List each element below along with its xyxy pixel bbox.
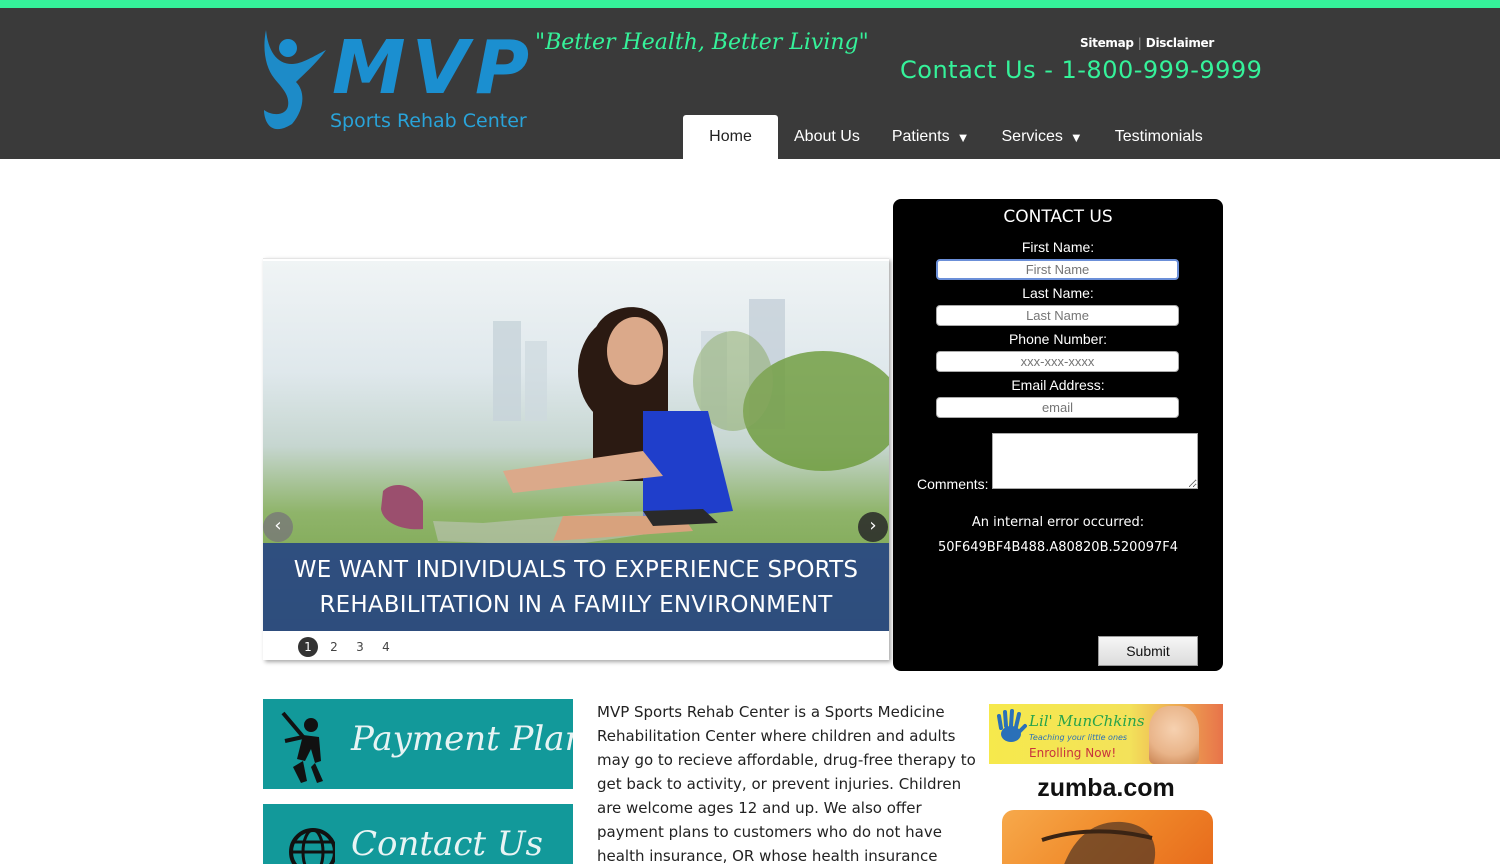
error-line-1: An internal error occurred: <box>971 515 1145 530</box>
nav-item-label: Home <box>709 128 752 145</box>
dancer-photo <box>1041 821 1156 864</box>
error-message: An internal error occurred: 50F649BF4B48… <box>893 510 1223 560</box>
contact-us-label: Contact Us <box>351 824 543 864</box>
slider-pager: 1 2 3 4 <box>298 637 396 657</box>
comments-label: Comments: <box>917 476 989 492</box>
hero-slider: WE WANT INDIVIDUALS TO EXPERIENCE SPORTS… <box>263 258 889 660</box>
nav-item-label: About Us <box>794 128 860 145</box>
first-name-field[interactable] <box>936 259 1179 280</box>
payment-plans-banner[interactable]: Payment Plans <box>263 699 573 789</box>
divider: | <box>1137 36 1142 50</box>
payment-plans-label: Payment Plans <box>351 719 573 759</box>
submit-button[interactable]: Submit <box>1098 636 1198 666</box>
disclaimer-link[interactable]: Disclaimer <box>1146 36 1215 50</box>
contact-form-title: CONTACT US <box>1003 207 1113 227</box>
site-logo[interactable]: MVP Sports Rehab Center <box>262 20 532 135</box>
slider-page-4[interactable]: 4 <box>376 637 396 657</box>
sitemap-link[interactable]: Sitemap <box>1080 36 1134 50</box>
zumba-ad-image[interactable] <box>1002 810 1213 864</box>
hand-print-icon <box>997 709 1027 742</box>
munchkins-subtitle: Teaching your little ones <box>1029 733 1128 742</box>
contact-form: CONTACT US First Name: Last Name: Phone … <box>893 199 1223 671</box>
phone-label: Phone Number: <box>1008 331 1108 347</box>
tagline: "Better Health, Better Living" <box>535 30 869 55</box>
nav-item-label: Testimonials <box>1114 128 1203 145</box>
nav-item-home[interactable]: Home <box>683 115 778 159</box>
intro-paragraph: MVP Sports Rehab Center is a Sports Medi… <box>597 703 976 864</box>
slider-page-2[interactable]: 2 <box>324 637 344 657</box>
nav-item-patients[interactable]: Patients ▼ <box>876 115 986 159</box>
munchkins-title: Lil' MunChkins <box>1029 712 1145 730</box>
nav-item-label: Patients <box>891 128 950 145</box>
first-name-label: First Name: <box>1021 239 1095 255</box>
logo-subtitle: Sports Rehab Center <box>330 110 527 132</box>
last-name-label: Last Name: <box>1022 285 1094 301</box>
caret-down-icon: ▼ <box>1069 129 1083 145</box>
comments-field[interactable] <box>992 433 1198 489</box>
slider-next-button[interactable]: › <box>858 512 888 542</box>
slider-page-1[interactable]: 1 <box>298 637 318 657</box>
slide-image: WE WANT INDIVIDUALS TO EXPERIENCE SPORTS… <box>263 261 889 631</box>
caret-down-icon: ▼ <box>956 129 970 145</box>
lil-munchkins-ad[interactable]: Lil' MunChkins Teaching your little ones… <box>989 704 1223 764</box>
globe-icon <box>289 828 335 864</box>
email-field[interactable] <box>936 397 1179 418</box>
munchkins-cta: Enrolling Now! <box>1029 746 1117 760</box>
nav-item-about-us[interactable]: About Us <box>778 115 876 159</box>
contact-phone[interactable]: Contact Us - 1-800-999-9999 <box>900 56 1262 84</box>
main-nav: Home About Us Patients ▼ Services ▼ Testim… <box>683 115 1219 159</box>
utility-links: Sitemap | Disclaimer <box>1080 36 1214 50</box>
nav-item-services[interactable]: Services ▼ <box>986 115 1099 159</box>
error-code: 50F649BF4B488.A80820B.520097F4 <box>937 540 1179 555</box>
contact-us-banner[interactable]: Contact Us <box>263 804 573 864</box>
nav-item-label: Services <box>1001 128 1063 145</box>
logo-text: MVP <box>332 25 536 111</box>
slider-prev-button[interactable]: ‹ <box>263 512 293 542</box>
email-label: Email Address: <box>1011 377 1105 393</box>
slide-caption: WE WANT INDIVIDUALS TO EXPERIENCE SPORTS… <box>263 543 889 631</box>
runner-icon <box>264 30 326 130</box>
last-name-field[interactable] <box>936 305 1179 326</box>
phone-field[interactable] <box>936 351 1179 372</box>
top-accent-bar <box>0 0 1500 8</box>
baseball-player-icon <box>281 711 323 783</box>
nav-item-testimonials[interactable]: Testimonials <box>1099 115 1219 159</box>
child-photo <box>1149 706 1199 764</box>
slider-page-3[interactable]: 3 <box>350 637 370 657</box>
zumba-link[interactable]: zumba.com <box>989 774 1223 803</box>
